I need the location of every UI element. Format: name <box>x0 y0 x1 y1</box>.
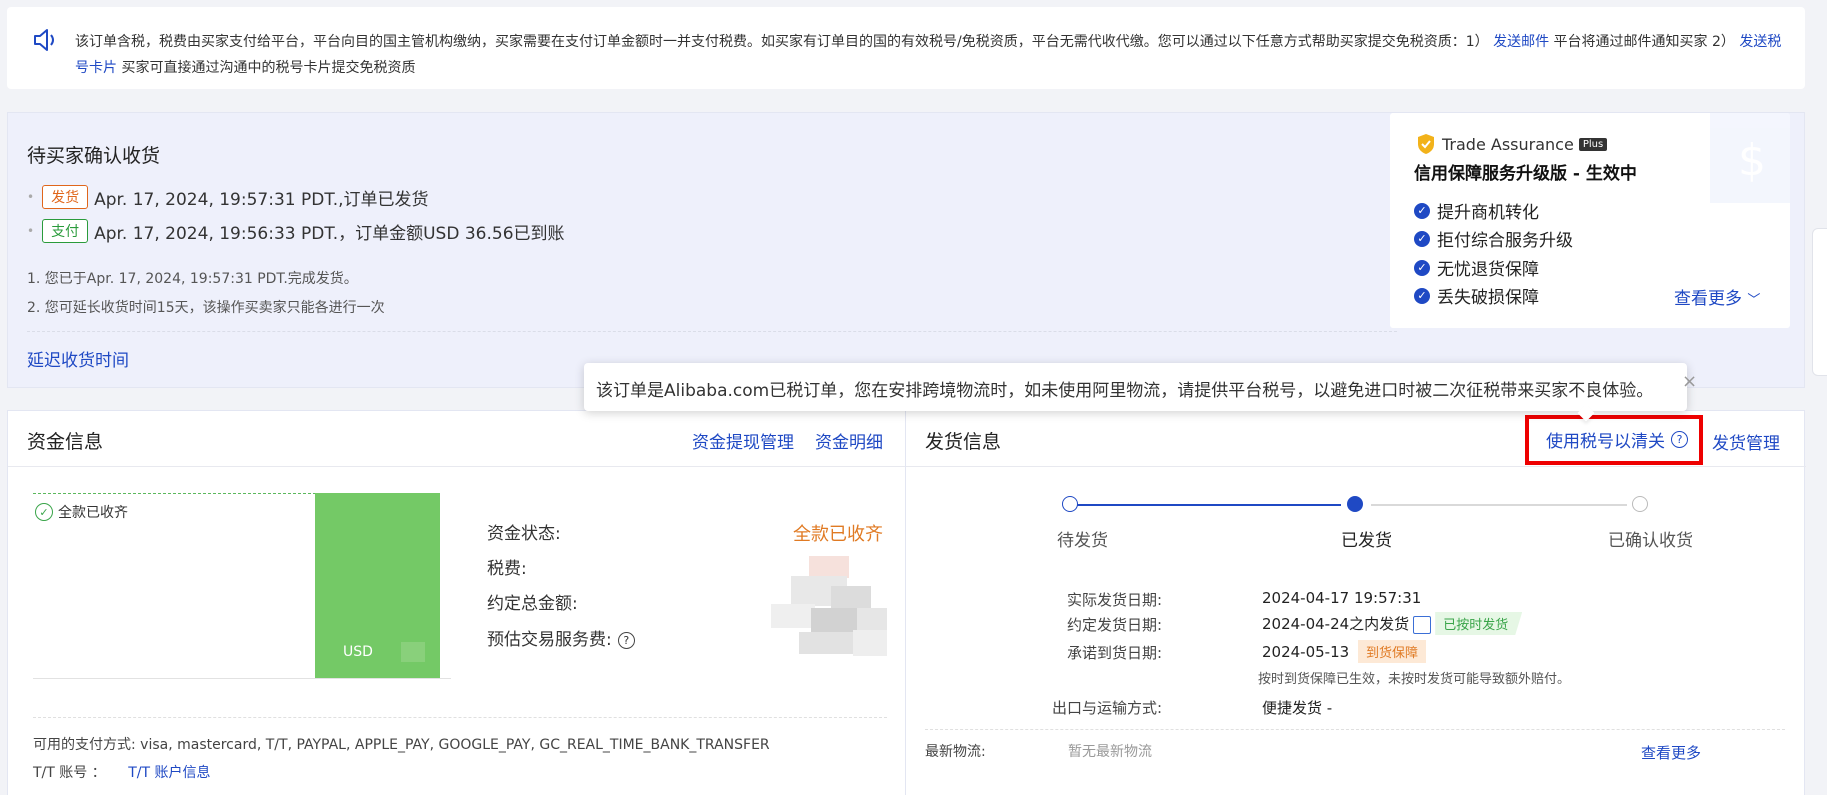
status-note: 2. 您可延长收货时间15天，该操作买卖家只能各进行一次 <box>27 300 385 316</box>
feature-item: ✓ 提升商机转化 <box>1414 198 1539 223</box>
fund-bar-chart: USD ✓ 全款已收齐 <box>33 493 451 679</box>
step-label: 已确认收货 <box>1608 531 1693 551</box>
use-tax-id-link[interactable]: 使用税号以清关? <box>1546 427 1688 452</box>
detail-label: 出口与运输方式: <box>1051 699 1162 717</box>
check-icon: ✓ <box>1414 230 1430 247</box>
shipping-info-panel: 发货信息 使用税号以清关? 发货管理 待发货 已发货 已确认收货 实际发货日期:… <box>905 410 1806 795</box>
masked-amount <box>401 642 425 662</box>
delivery-guarantee-chip: 到货保障 <box>1357 640 1426 663</box>
guarantee-note: 按时到货保障已生效，未按时发货可能导致额外赔付。 <box>1258 672 1571 687</box>
fully-paid-flag: ✓ 全款已收齐 <box>35 502 128 522</box>
plus-badge: Plus <box>1578 137 1608 151</box>
status-title: 待买家确认收货 <box>27 145 161 167</box>
tax-tooltip: 该订单是Alibaba.com已税订单，您在安排跨境物流时，如未使用阿里物流，请… <box>584 363 1697 422</box>
fund-header: 资金信息 资金提现管理 资金明细 <box>8 411 907 467</box>
latest-logistics-label: 最新物流: <box>925 744 986 760</box>
trade-assurance-subtitle: 信用保障服务升级版 - 生效中 <box>1414 164 1637 184</box>
calendar-icon[interactable] <box>1413 615 1432 634</box>
speaker-icon <box>34 29 54 51</box>
detail-label: 承诺到货日期: <box>1066 644 1162 662</box>
fund-title: 资金信息 <box>27 431 104 453</box>
shipping-title: 发货信息 <box>925 431 1002 453</box>
tt-account-link[interactable]: T/T 账户信息 <box>128 765 210 781</box>
service-fee-label: 预估交易服务费:? <box>487 625 635 650</box>
feature-item: ✓ 丢失破损保障 <box>1414 283 1539 308</box>
check-icon: ✓ <box>1414 287 1430 304</box>
progress-line-pending <box>1371 504 1627 506</box>
event-paid: • 支付 Apr. 17, 2024, 19:56:33 PDT.，订单金额US… <box>27 217 565 245</box>
check-circle-icon: ✓ <box>35 503 53 521</box>
tax-label: 税费: <box>487 559 527 579</box>
send-email-link[interactable]: 发送邮件 <box>1493 34 1549 50</box>
close-icon[interactable]: × <box>1682 371 1697 392</box>
shield-icon <box>1418 134 1434 154</box>
shipping-management-link[interactable]: 发货管理 <box>1712 429 1780 454</box>
feature-item: ✓ 拒付综合服务升级 <box>1414 226 1573 251</box>
agreed-date-row: 2024-04-24之内发货 已按时发货 <box>1262 612 1523 635</box>
shipping-header: 发货信息 使用税号以清关? 发货管理 <box>906 411 1806 467</box>
extend-receipt-link[interactable]: 延迟收货时间 <box>27 346 129 371</box>
help-icon[interactable]: ? <box>1671 431 1688 448</box>
notice-text: 该订单含税，税费由买家支付给平台，平台向目的国主管机构缴纳，买家需要在支付订单金… <box>75 34 1782 76</box>
shipped-tag: 发货 <box>42 185 89 209</box>
step-dot <box>1062 496 1078 512</box>
divider <box>27 331 1397 332</box>
trade-assurance-card: $ Trade Assurance Plus 信用保障服务升级版 - 生效中 ✓… <box>1390 113 1790 328</box>
feature-item: ✓ 无忧退货保障 <box>1414 255 1539 280</box>
fund-details-link[interactable]: 资金明细 <box>815 428 883 453</box>
check-icon: ✓ <box>1414 202 1430 219</box>
bar-label: USD <box>343 644 373 660</box>
event-shipped: • 发货 Apr. 17, 2024, 19:57:31 PDT.,订单已发货 <box>27 183 429 211</box>
view-more-logistics-link[interactable]: 查看更多 <box>1641 742 1701 763</box>
withdraw-management-link[interactable]: 资金提现管理 <box>692 428 794 453</box>
see-more-link[interactable]: 查看更多 ﹀ <box>1674 284 1760 309</box>
step-dot <box>1632 496 1648 512</box>
help-icon[interactable]: ? <box>617 631 635 649</box>
side-widget[interactable] <box>1812 228 1827 376</box>
progress-line-done <box>1066 504 1341 506</box>
promise-date-row: 2024-05-13 到货保障 <box>1262 640 1426 663</box>
divider <box>33 717 887 718</box>
trade-assurance-brand: Trade Assurance Plus <box>1416 133 1608 155</box>
payment-methods: 可用的支付方式: visa, mastercard, T/T, PAYPAL, … <box>33 737 770 753</box>
event-text: Apr. 17, 2024, 19:57:31 PDT.,订单已发货 <box>94 189 429 210</box>
svg-text:$: $ <box>1738 135 1766 186</box>
tooltip-text: 该订单是Alibaba.com已税订单，您在安排跨境物流时，如未使用阿里物流，请… <box>596 381 1654 401</box>
status-note: 1. 您已于Apr. 17, 2024, 19:57:31 PDT.完成发货。 <box>27 271 358 287</box>
tt-account-row: T/T 账号 ： T/T 账户信息 <box>33 765 211 781</box>
event-text: Apr. 17, 2024, 19:56:33 PDT.，订单金额USD 36.… <box>94 223 565 244</box>
detail-label: 实际发货日期: <box>1066 591 1162 609</box>
step-dot-current <box>1347 496 1363 512</box>
detail-value: 便捷发货 - <box>1262 699 1333 717</box>
step-label: 已发货 <box>1341 531 1392 551</box>
shield-dollar-icon: $ <box>1710 113 1790 203</box>
fund-status-value: 全款已收齐 <box>793 524 883 545</box>
divider <box>925 729 1785 730</box>
paid-tag: 支付 <box>42 219 89 243</box>
step-label: 待发货 <box>1057 531 1108 551</box>
detail-label: 约定发货日期: <box>1066 616 1162 634</box>
on-time-chip: 已按时发货 <box>1435 612 1523 635</box>
fund-info-panel: 资金信息 资金提现管理 资金明细 USD ✓ 全款已收齐 资金状态: 全款已收齐… <box>7 410 907 795</box>
fund-status-label: 资金状态: <box>487 524 561 544</box>
check-icon: ✓ <box>1414 259 1430 276</box>
masked-values <box>771 556 887 656</box>
total-amount-label: 约定总金额: <box>487 594 578 614</box>
latest-logistics-value: 暂无最新物流 <box>1068 744 1152 760</box>
chevron-down-icon: ﹀ <box>1747 293 1761 308</box>
tax-notice-banner: 该订单含税，税费由买家支付给平台，平台向目的国主管机构缴纳，买家需要在支付订单金… <box>7 7 1805 89</box>
detail-value: 2024-04-17 19:57:31 <box>1262 589 1422 607</box>
bar-baseline <box>33 493 316 494</box>
